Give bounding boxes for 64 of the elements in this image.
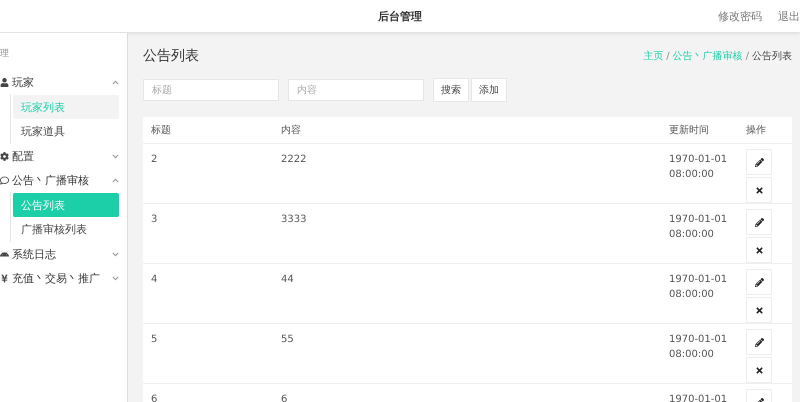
pencil-icon: [754, 218, 764, 226]
breadcrumb-separator: /: [666, 50, 670, 62]
table-cell-text: 3333: [281, 213, 308, 227]
chevron-icon: [112, 78, 119, 86]
table-cell-text: 4: [151, 273, 158, 287]
search-field[interactable]: 标题: [143, 79, 279, 101]
speech-bubble-icon: [0, 176, 9, 184]
delete-button[interactable]: [746, 177, 772, 203]
column-header: 更新时间: [669, 124, 710, 138]
menu-item[interactable]: 广播审核列表: [13, 217, 119, 241]
timestamp: 1970-01-01: [669, 393, 728, 402]
chevron-icon: [112, 176, 119, 184]
gear-icon: [0, 152, 9, 160]
user-icon: [0, 78, 9, 86]
table-cell-text: 6: [281, 393, 288, 402]
timestamp: 1970-01-01 08:00:00: [669, 333, 728, 362]
edit-button[interactable]: [746, 209, 772, 235]
menu-item[interactable]: 玩家道具: [13, 119, 119, 143]
breadcrumb-separator: /: [746, 50, 749, 62]
chevron-icon: [112, 152, 119, 160]
chevron-icon: [112, 274, 119, 282]
table-cell-text: 5: [151, 333, 158, 347]
toolbar-button[interactable]: 搜索: [433, 78, 469, 102]
menu-group[interactable]: 公告丶广播审核: [0, 168, 127, 192]
edit-button[interactable]: [746, 149, 772, 175]
search-field[interactable]: 内容: [288, 79, 424, 101]
table-cell-text: 44: [281, 273, 295, 287]
table-cell-text: 55: [281, 333, 295, 347]
menu-group[interactable]: 配置: [0, 144, 127, 168]
sidebar-heading: 理: [0, 48, 10, 61]
robot-icon: [0, 250, 9, 258]
menu-group[interactable]: 系统日志: [0, 242, 127, 266]
timestamp: 1970-01-01 08:00:00: [669, 213, 728, 242]
toolbar-button[interactable]: 添加: [471, 78, 507, 102]
column-header: 标题: [151, 124, 172, 138]
table-cell-text: 6: [151, 393, 158, 402]
table-cell-text: 2222: [281, 153, 308, 167]
table-cell-text: 3: [151, 213, 158, 227]
pencil-icon: [754, 278, 764, 286]
close-icon: [754, 306, 764, 314]
chevron-icon: [112, 250, 119, 258]
page-title: 公告列表: [143, 47, 199, 65]
yen-icon: [0, 274, 9, 282]
table-cell-text: 2: [151, 153, 158, 167]
close-icon: [754, 186, 764, 194]
column-header: 操作: [746, 124, 767, 138]
delete-button[interactable]: [746, 237, 772, 263]
edit-button[interactable]: [746, 269, 772, 295]
header-link[interactable]: 退出: [778, 8, 800, 24]
timestamp: 1970-01-01 08:00:00: [669, 273, 728, 302]
edit-button[interactable]: [746, 329, 772, 355]
menu-group[interactable]: 玩家: [0, 70, 127, 94]
current-page-label: 公告列表: [752, 50, 792, 63]
close-icon: [754, 246, 764, 254]
column-header: 内容: [281, 124, 302, 138]
header-link[interactable]: 修改密码: [718, 8, 762, 24]
app-title: 后台管理: [378, 8, 422, 24]
menu-group[interactable]: 充值丶交易丶推广: [0, 266, 127, 290]
close-icon: [754, 366, 764, 374]
delete-button[interactable]: [746, 357, 772, 383]
pencil-icon: [754, 338, 764, 346]
pencil-icon: [754, 158, 764, 166]
delete-button[interactable]: [746, 297, 772, 323]
timestamp: 1970-01-01 08:00:00: [669, 153, 728, 182]
